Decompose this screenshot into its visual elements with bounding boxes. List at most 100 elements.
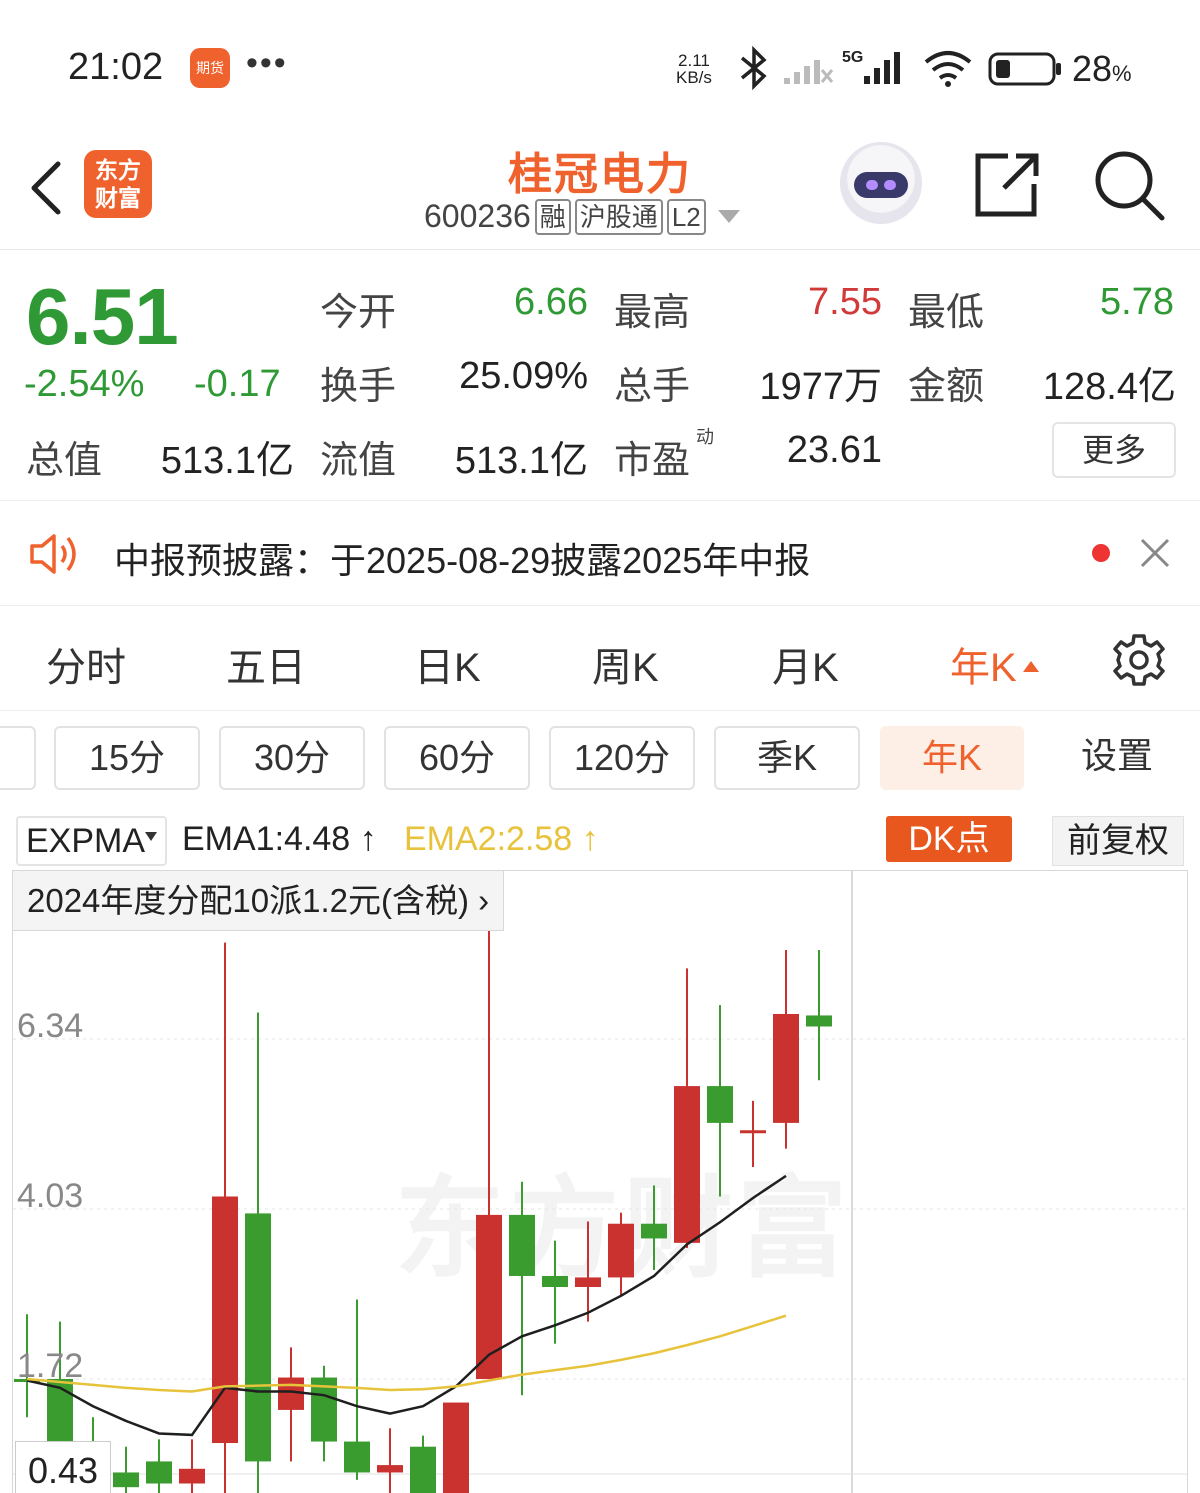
amount-label: 金额 [908, 366, 985, 408]
wifi-icon [924, 51, 972, 87]
candle-body [773, 1013, 799, 1123]
tab-yearly-k[interactable]: 年K [950, 635, 1039, 693]
share-button[interactable] [970, 150, 1042, 222]
open-value: 6.66 [514, 281, 588, 323]
last-price: 6.51 [26, 272, 179, 361]
candle-body [212, 1196, 238, 1444]
candle-body [509, 1214, 535, 1276]
tab-monthly-k[interactable]: 月K [772, 635, 839, 693]
total-cap-label: 总值 [26, 440, 103, 482]
dividend-note[interactable]: 2024年度分配10派1.2元(含税) › [13, 871, 505, 931]
notice-text: 中报预披露：于2025-08-29披露2025年中报 [114, 540, 811, 581]
stock-code: 600236 [424, 198, 531, 234]
high-label: 最高 [614, 292, 691, 334]
ema2-line [26, 1314, 787, 1393]
candle-body [443, 1402, 469, 1493]
robot-icon [854, 172, 908, 198]
ema2-value: EMA2:2.58 ↑ [404, 820, 599, 858]
battery-icon [988, 52, 1061, 86]
candle-body [641, 1223, 667, 1239]
tab-five-day[interactable]: 五日 [226, 635, 306, 693]
ai-assistant-button[interactable] [840, 142, 922, 224]
dk-point-button[interactable]: DK点 [886, 816, 1012, 862]
margin-tag: 融 [534, 198, 571, 235]
minute-period-bar: 15分 30分 60分 120分 季K 年K 设置 [0, 712, 1200, 808]
chevron-right-icon: › [478, 882, 490, 919]
period-year-button[interactable]: 年K [880, 726, 1024, 790]
y-axis-label-low: 1.72 [17, 1347, 84, 1385]
candle-body [542, 1275, 568, 1288]
status-bar: 21:02 期货 ••• 2.11 KB/s 5G 28% [0, 0, 1200, 130]
more-button[interactable]: 更多 [1052, 422, 1176, 478]
pe-label: 市盈 [614, 440, 691, 482]
close-icon[interactable] [1138, 536, 1172, 570]
period-quarter-button[interactable]: 季K [714, 726, 860, 790]
y-axis-label-top: 6.34 [17, 1007, 84, 1045]
indicator-selector[interactable]: EXPMA [16, 816, 168, 866]
tab-intraday[interactable]: 分时 [46, 635, 126, 693]
gear-icon[interactable] [1112, 633, 1166, 687]
tab-weekly-k[interactable]: 周K [592, 635, 659, 693]
period-button-partial[interactable] [0, 726, 36, 790]
period-60min-button[interactable]: 60分 [384, 726, 530, 790]
ema1-value: EMA1:4.48 ↑ [182, 820, 377, 858]
period-30min-button[interactable]: 30分 [219, 726, 365, 790]
bluetooth-icon [740, 46, 767, 90]
adjust-mode-button[interactable]: 前复权 [1052, 816, 1184, 866]
speaker-icon [30, 534, 76, 574]
period-15min-button[interactable]: 15分 [54, 726, 200, 790]
low-price-label: 0.43 [15, 1441, 112, 1493]
candle-body [113, 1472, 139, 1488]
kline-chart[interactable]: 东方财富 2024年度分配10派1.2元(含税) › 6.34 4.03 1.7… [12, 870, 1188, 1493]
float-cap-value: 513.1亿 [454, 440, 588, 482]
candle-body [674, 1086, 700, 1243]
search-button[interactable] [1092, 148, 1166, 222]
turnover-label: 换手 [320, 366, 397, 408]
period-settings-button[interactable]: 设置 [1044, 726, 1190, 790]
futures-app-icon: 期货 [190, 48, 230, 88]
stock-header: 东方 财富 桂冠电力 600236 融 沪股通 L2 [0, 130, 1200, 250]
battery-percent: 28% [1072, 48, 1132, 89]
candle-body [707, 1086, 733, 1123]
status-time: 21:02 [68, 46, 164, 88]
low-value: 5.78 [1100, 281, 1174, 323]
unread-dot [1092, 544, 1110, 562]
stock-code-selector[interactable]: 600236 融 沪股通 L2 [424, 198, 740, 235]
candle-body [575, 1277, 601, 1288]
candle-body [806, 1015, 832, 1027]
level2-tag: L2 [666, 198, 706, 235]
amount-value: 128.4亿 [1042, 366, 1176, 408]
more-notifications-icon: ••• [246, 44, 288, 82]
volume-value: 1977万 [759, 366, 882, 408]
quote-panel: 6.51 -2.54% -0.17 今开 6.66 最高 7.55 最低 5.7… [0, 251, 1200, 501]
open-label: 今开 [320, 292, 397, 334]
float-cap-label: 流值 [320, 440, 397, 482]
candle-body [377, 1465, 403, 1473]
turnover-value: 25.09% [459, 355, 588, 397]
caret-down-icon [145, 831, 158, 841]
net-speed: 2.11 KB/s [676, 51, 712, 87]
chevron-down-icon [717, 210, 740, 223]
candle-body [740, 1130, 766, 1134]
ema1-line [26, 1174, 787, 1437]
period-120min-button[interactable]: 120分 [549, 726, 695, 790]
caret-up-icon [1022, 660, 1039, 672]
candle-body [344, 1441, 370, 1473]
period-tabs: 分时 五日 日K 周K 月K 年K [0, 607, 1200, 711]
connect-tag: 沪股通 [574, 198, 663, 235]
tab-daily-k[interactable]: 日K [414, 635, 481, 693]
signal-sim1-icon [784, 60, 834, 84]
candle-body [245, 1213, 271, 1462]
network-type: 5G [842, 49, 863, 66]
change-percent: -2.54% [24, 363, 145, 405]
kline-plot [13, 871, 1187, 1493]
total-cap-value: 513.1亿 [160, 440, 294, 482]
candle-body [146, 1461, 172, 1484]
notice-bar[interactable]: 中报预披露：于2025-08-29披露2025年中报 [0, 502, 1200, 606]
candle-body [410, 1446, 436, 1493]
candle-body [608, 1223, 634, 1278]
candle-body [179, 1468, 205, 1484]
indicator-row: EXPMA EMA1:4.48 ↑ EMA2:2.58 ↑ DK点 前复权 [0, 808, 1200, 870]
low-label: 最低 [908, 292, 985, 334]
up-arrow-icon: ↑ [581, 820, 599, 858]
